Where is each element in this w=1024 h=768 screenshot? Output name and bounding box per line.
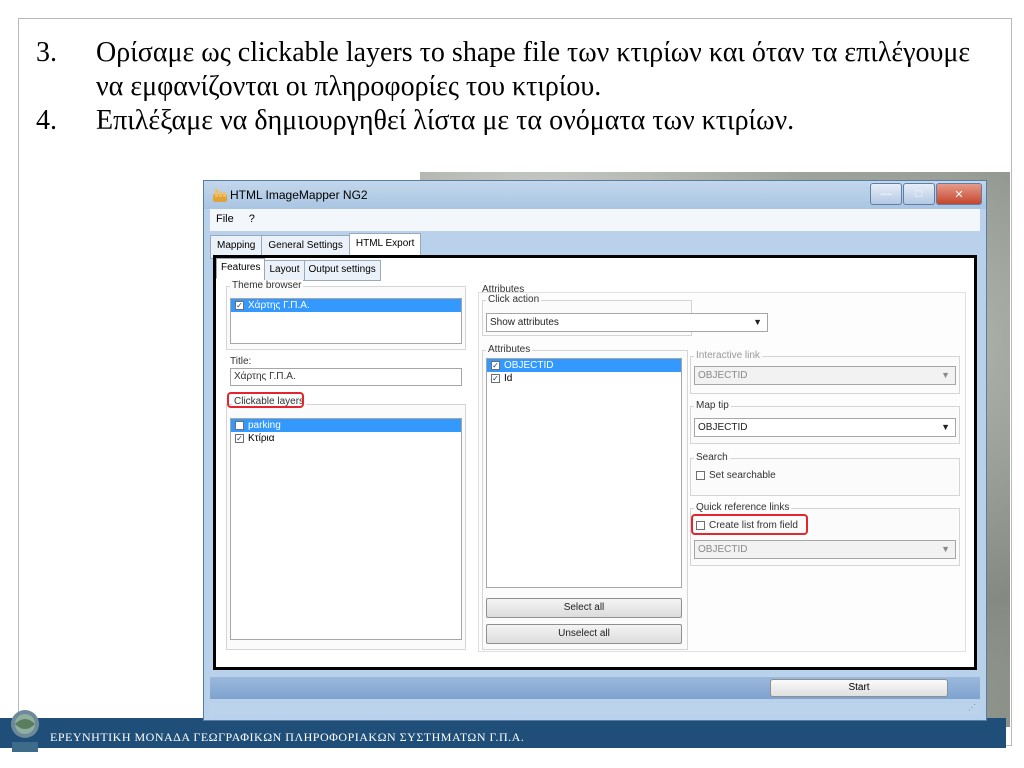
- maximize-icon: □: [915, 188, 923, 200]
- menu-help[interactable]: ?: [243, 209, 261, 229]
- quick-reference-select[interactable]: OBJECTID ▼: [694, 540, 956, 559]
- clickable-layers-highlight: [227, 392, 304, 408]
- title-input[interactable]: Χάρτης Γ.Π.Α.: [230, 368, 462, 386]
- quick-reference-value: OBJECTID: [698, 544, 748, 555]
- minimize-icon: —: [880, 188, 892, 200]
- checkbox[interactable]: [696, 471, 705, 480]
- list-item-label: OBJECTID: [504, 360, 554, 371]
- list-item[interactable]: ✓ Χάρτης Γ.Π.Α.: [231, 299, 461, 312]
- checkbox[interactable]: ✓: [235, 434, 244, 443]
- list-item-label: parking: [248, 420, 281, 431]
- list-item[interactable]: ✓ Id: [487, 372, 681, 385]
- click-action-label: Click action: [486, 294, 542, 305]
- tab-content-html-export: Features Layout Output settings Theme br…: [213, 255, 977, 670]
- bullet-text: Επιλέξαμε να δημιουργηθεί λίστα με τα ον…: [96, 105, 795, 136]
- bullet-3: 3. Ορίσαμε ως clickable layers το shape …: [36, 36, 996, 104]
- close-button[interactable]: ✕: [936, 183, 982, 205]
- list-item[interactable]: parking: [231, 419, 461, 432]
- click-action-select[interactable]: Show attributes ▼: [486, 313, 768, 332]
- menu-file[interactable]: File: [210, 209, 240, 229]
- title-label: Title:: [230, 356, 252, 367]
- bullet-number: 4.: [36, 105, 57, 136]
- app-window: HTML ImageMapper NG2 — □ ✕ File ? Mappin…: [203, 180, 987, 721]
- status-strip: ⋰: [210, 703, 980, 715]
- theme-browser-list[interactable]: ✓ Χάρτης Γ.Π.Α.: [230, 298, 462, 344]
- map-tip-value: OBJECTID: [698, 422, 748, 433]
- bullet-number: 3.: [36, 37, 57, 68]
- attributes-list-label: Attributes: [486, 344, 533, 355]
- menu-bar: File ?: [210, 209, 980, 231]
- checkbox[interactable]: [235, 421, 244, 430]
- checkbox[interactable]: ✓: [491, 374, 500, 383]
- window-title: HTML ImageMapper NG2: [230, 188, 368, 202]
- start-button[interactable]: Start: [770, 679, 948, 697]
- list-item-label: Χάρτης Γ.Π.Α.: [248, 300, 310, 311]
- map-tip-select[interactable]: OBJECTID ▼: [694, 418, 956, 437]
- set-searchable-checkbox[interactable]: Set searchable: [696, 470, 776, 481]
- checkbox[interactable]: ✓: [235, 301, 244, 310]
- search-label: Search: [694, 452, 730, 463]
- chevron-down-icon: ▼: [941, 422, 950, 432]
- window-controls: — □ ✕: [869, 183, 982, 205]
- create-list-highlight: [691, 514, 808, 535]
- tab-features[interactable]: Features: [216, 258, 266, 279]
- slide-bullets: 3. Ορίσαμε ως clickable layers το shape …: [36, 36, 996, 138]
- maximize-button[interactable]: □: [903, 183, 935, 205]
- theme-browser-label: Theme browser: [230, 280, 304, 291]
- minimize-button[interactable]: —: [870, 183, 902, 205]
- set-searchable-label: Set searchable: [709, 470, 776, 481]
- quick-reference-label: Quick reference links: [694, 502, 792, 513]
- globe-logo-icon: [11, 710, 39, 752]
- hand-pointer-icon: [213, 189, 227, 202]
- footer-text: ΕΡΕΥΝΗΤΙΚΗ ΜΟΝΑΔΑ ΓΕΩΓΡΑΦΙΚΩΝ ΠΛΗΡΟΦΟΡΙΑ…: [50, 730, 525, 744]
- list-item[interactable]: ✓ Κτίρια: [231, 432, 461, 445]
- resize-grip-icon[interactable]: ⋰: [968, 703, 976, 712]
- title-bar[interactable]: HTML ImageMapper NG2 — □ ✕: [204, 181, 986, 209]
- unselect-all-button[interactable]: Unselect all: [486, 624, 682, 644]
- chevron-down-icon: ▼: [941, 544, 950, 554]
- click-action-value: Show attributes: [490, 317, 559, 328]
- sub-tabs: Features Layout Output settings: [216, 258, 381, 281]
- list-item[interactable]: ✓ OBJECTID: [487, 359, 681, 372]
- interactive-link-select[interactable]: OBJECTID ▼: [694, 366, 956, 385]
- close-icon: ✕: [954, 188, 964, 201]
- list-item-label: Κτίρια: [248, 433, 275, 444]
- checkbox[interactable]: ✓: [491, 361, 500, 370]
- bullet-text: Ορίσαμε ως clickable layers το shape fil…: [96, 37, 971, 102]
- select-all-button[interactable]: Select all: [486, 598, 682, 618]
- attributes-list[interactable]: ✓ OBJECTID ✓ Id: [486, 358, 682, 588]
- list-item-label: Id: [504, 373, 513, 384]
- tab-layout[interactable]: Layout: [264, 260, 305, 281]
- interactive-link-value: OBJECTID: [698, 370, 748, 381]
- bullet-4: 4. Επιλέξαμε να δημιουργηθεί λίστα με τα…: [36, 104, 996, 138]
- chevron-down-icon: ▼: [941, 370, 950, 380]
- bottom-toolbar: Start: [210, 677, 980, 699]
- interactive-link-label: Interactive link: [694, 350, 762, 361]
- map-tip-label: Map tip: [694, 400, 731, 411]
- main-tabs: Mapping General Settings HTML Export: [210, 233, 422, 259]
- tab-output-settings[interactable]: Output settings: [303, 260, 381, 281]
- clickable-layers-list[interactable]: parking ✓ Κτίρια: [230, 418, 462, 640]
- chevron-down-icon: ▼: [753, 317, 762, 327]
